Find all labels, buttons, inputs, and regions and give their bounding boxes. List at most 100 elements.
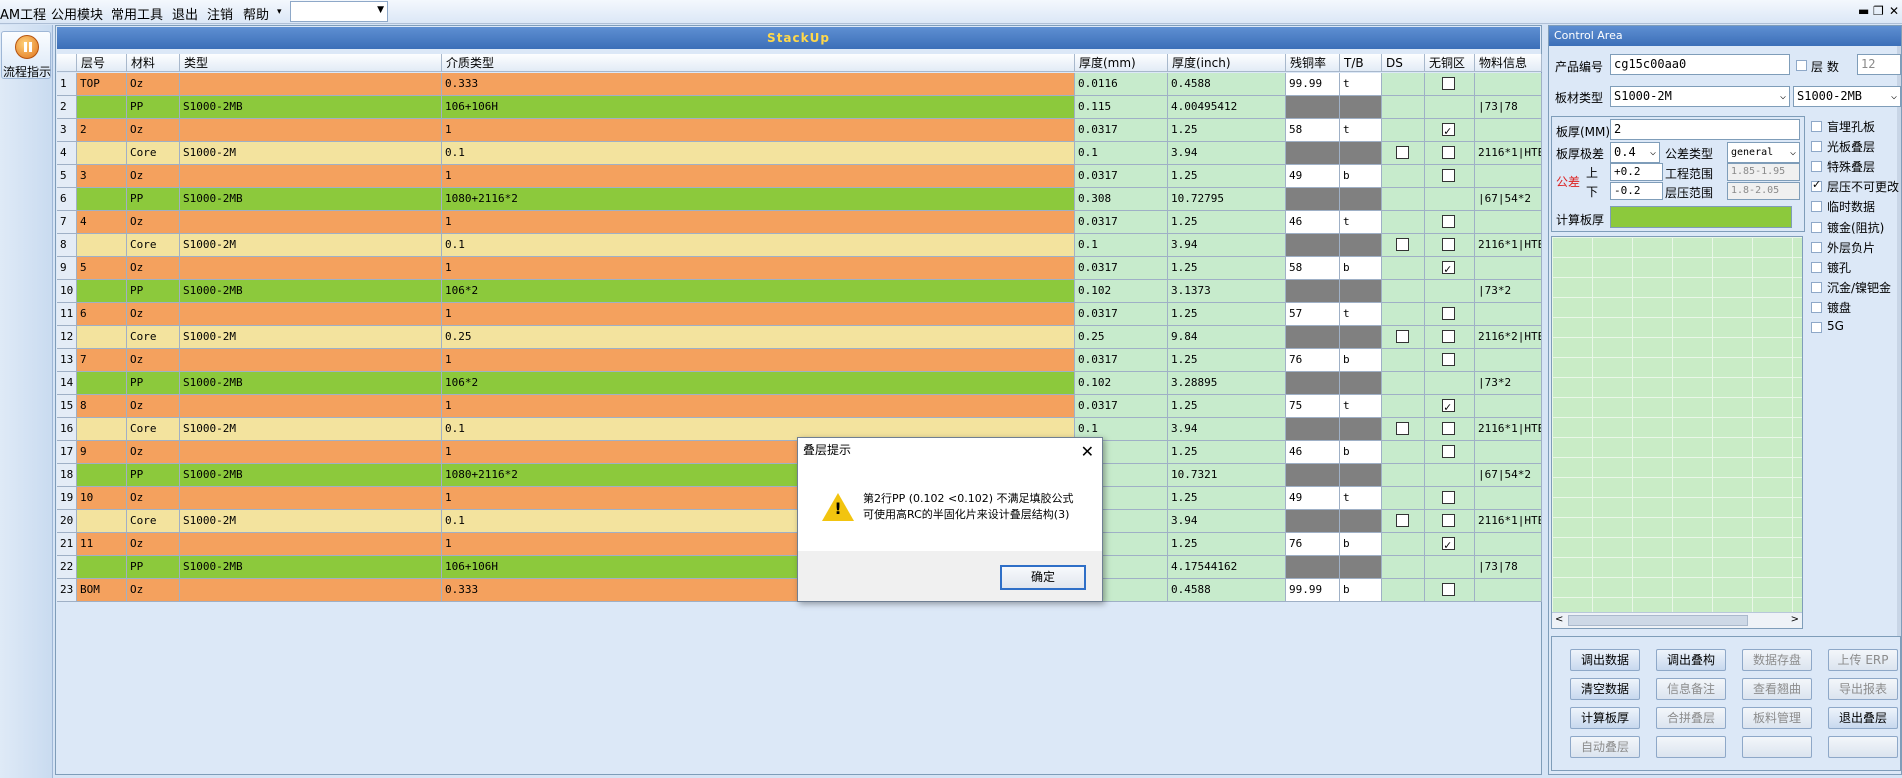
copper-rate-cell[interactable]: 76	[1286, 349, 1340, 372]
material-cell[interactable]: PP	[127, 280, 180, 303]
thickness-inch-cell[interactable]: 1.25	[1168, 395, 1286, 418]
material-info-cell[interactable]	[1475, 303, 1542, 326]
thickness-inch-cell[interactable]: 1.25	[1168, 533, 1286, 556]
tb-cell[interactable]	[1340, 188, 1382, 211]
type-cell[interactable]	[180, 349, 442, 372]
option2-checkbox[interactable]	[1811, 322, 1822, 333]
dielectric-cell[interactable]: 1	[442, 257, 1075, 280]
copper-rate-cell[interactable]: 46	[1286, 211, 1340, 234]
tb-cell[interactable]: t	[1340, 73, 1382, 96]
thickness-inch-cell[interactable]: 1.25	[1168, 119, 1286, 142]
copper-rate-cell[interactable]: 99.99	[1286, 73, 1340, 96]
tb-cell[interactable]	[1340, 280, 1382, 303]
option-checkbox[interactable]	[1811, 201, 1822, 212]
action-button[interactable]: 查看翘曲	[1742, 678, 1812, 700]
action-button[interactable]: 清空数据	[1570, 678, 1640, 700]
tb-cell[interactable]	[1340, 142, 1382, 165]
thickness-mm-cell[interactable]: 0.308	[1075, 188, 1168, 211]
material-cell[interactable]: Core	[127, 234, 180, 257]
material-cell[interactable]: Oz	[127, 119, 180, 142]
ok-button[interactable]: 确定	[1000, 565, 1086, 590]
material-info-cell[interactable]: |73*2	[1475, 372, 1542, 395]
copper-rate-cell[interactable]	[1286, 326, 1340, 349]
tb-cell[interactable]: t	[1340, 211, 1382, 234]
thickness-inch-cell[interactable]: 3.94	[1168, 234, 1286, 257]
thickness-inch-cell[interactable]: 4.17544162	[1168, 556, 1286, 579]
dielectric-cell[interactable]: 1	[442, 119, 1075, 142]
no-copper-checkbox[interactable]	[1442, 353, 1455, 366]
thickness-inch-cell[interactable]: 3.94	[1168, 418, 1286, 441]
material-cell[interactable]: PP	[127, 188, 180, 211]
menu-exit[interactable]: 退出	[172, 4, 198, 23]
material-info-cell[interactable]: 2116*1|HTE	[1475, 510, 1542, 533]
material-cell[interactable]: Oz	[127, 303, 180, 326]
copper-rate-cell[interactable]: 57	[1286, 303, 1340, 326]
option2-checkbox[interactable]	[1811, 242, 1822, 253]
thickness-mm-cell[interactable]: 0.0317	[1075, 257, 1168, 280]
layer-cell[interactable]: 2	[77, 119, 127, 142]
dielectric-cell[interactable]: 106*2	[442, 372, 1075, 395]
dielectric-cell[interactable]: 0.25	[442, 326, 1075, 349]
type-cell[interactable]: S1000-2MB	[180, 556, 442, 579]
copper-rate-cell[interactable]	[1286, 188, 1340, 211]
menu-logout[interactable]: 注销	[207, 4, 233, 23]
no-copper-checkbox[interactable]	[1442, 307, 1455, 320]
layer-cell[interactable]	[77, 188, 127, 211]
thickness-mm-cell[interactable]: 0.0317	[1075, 395, 1168, 418]
material-info-cell[interactable]	[1475, 441, 1542, 464]
no-copper-checkbox[interactable]	[1442, 491, 1455, 504]
header-ds[interactable]: DS	[1382, 54, 1425, 72]
option-checkbox[interactable]	[1811, 141, 1822, 152]
material-info-cell[interactable]: |67|54*2	[1475, 464, 1542, 487]
mini-grid-scrollbar[interactable]: < >	[1552, 612, 1802, 628]
thickness-mm-cell[interactable]: 0.0317	[1075, 165, 1168, 188]
thickness-inch-cell[interactable]: 1.25	[1168, 349, 1286, 372]
action-button[interactable]: 数据存盘	[1742, 649, 1812, 671]
thickness-mm-cell[interactable]: 0.0317	[1075, 303, 1168, 326]
product-no-input[interactable]: cg15c00aa0	[1610, 54, 1790, 75]
scroll-right-icon[interactable]: >	[1791, 614, 1799, 625]
tb-cell[interactable]: b	[1340, 441, 1382, 464]
layer-cell[interactable]	[77, 510, 127, 533]
menu-combo-box[interactable]: ▼	[290, 1, 388, 22]
upper-tolerance-input[interactable]: +0.2	[1610, 163, 1663, 181]
tb-cell[interactable]	[1340, 510, 1382, 533]
type-cell[interactable]	[180, 257, 442, 280]
no-copper-checkbox[interactable]	[1442, 422, 1455, 435]
thickness-mm-cell[interactable]: 0.102	[1075, 372, 1168, 395]
material-info-cell[interactable]: 2116*2|HTE	[1475, 326, 1542, 349]
action-button[interactable]: 退出叠层	[1828, 707, 1898, 729]
material-info-cell[interactable]	[1475, 395, 1542, 418]
header-thickness-inch[interactable]: 厚度(inch)	[1168, 54, 1286, 72]
dielectric-cell[interactable]: 0.1	[442, 142, 1075, 165]
material-cell[interactable]: Oz	[127, 349, 180, 372]
material-cell[interactable]: Oz	[127, 165, 180, 188]
layer-cell[interactable]: 6	[77, 303, 127, 326]
material-cell[interactable]: Core	[127, 326, 180, 349]
material-info-cell[interactable]: |73*2	[1475, 280, 1542, 303]
tb-cell[interactable]: b	[1340, 579, 1382, 602]
no-copper-checkbox[interactable]	[1442, 445, 1455, 458]
header-tb[interactable]: T/B	[1340, 54, 1382, 72]
action-button[interactable]: 调出叠构	[1656, 649, 1726, 671]
action-button[interactable]: 计算板厚	[1570, 707, 1640, 729]
no-copper-checkbox[interactable]	[1442, 169, 1455, 182]
layer-cell[interactable]: 8	[77, 395, 127, 418]
thickness-inch-cell[interactable]: 1.25	[1168, 303, 1286, 326]
type-cell[interactable]: S1000-2M	[180, 234, 442, 257]
tb-cell[interactable]: t	[1340, 395, 1382, 418]
material-info-cell[interactable]	[1475, 119, 1542, 142]
header-no-copper[interactable]: 无铜区	[1425, 54, 1475, 72]
scroll-left-icon[interactable]: <	[1555, 614, 1563, 625]
lower-tolerance-input[interactable]: -0.2	[1610, 182, 1663, 200]
no-copper-checkbox[interactable]	[1442, 215, 1455, 228]
dielectric-cell[interactable]: 106+106H	[442, 96, 1075, 119]
header-dielectric[interactable]: 介质类型	[442, 54, 1075, 72]
thickness-mm-cell[interactable]: 0.0116	[1075, 73, 1168, 96]
no-copper-checkbox[interactable]	[1442, 583, 1455, 596]
option2-checkbox[interactable]	[1811, 222, 1822, 233]
close-icon[interactable]: ✕	[1081, 440, 1094, 464]
copper-rate-cell[interactable]	[1286, 510, 1340, 533]
no-copper-checkbox[interactable]	[1442, 534, 1455, 555]
type-cell[interactable]: S1000-2MB	[180, 188, 442, 211]
